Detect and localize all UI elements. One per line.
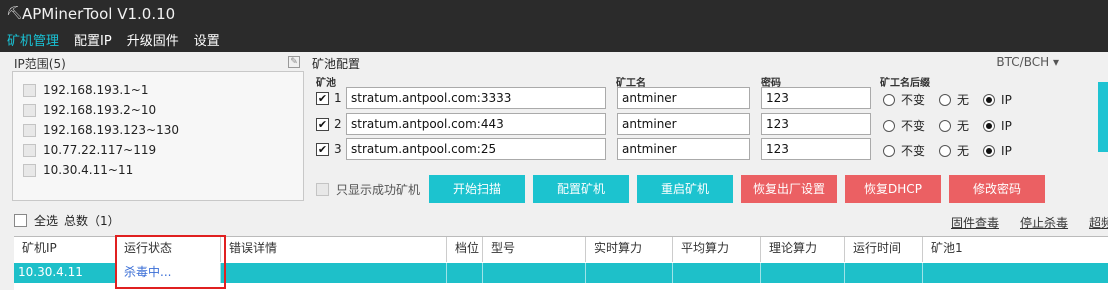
- col-header-realtime-hashrate[interactable]: 实时算力: [586, 237, 673, 262]
- stop-antivirus-link[interactable]: 停止杀毒: [1020, 214, 1068, 231]
- ip-range-item[interactable]: 10.77.22.117~119: [23, 140, 156, 160]
- ip-range-panel: IP范围(5) ✎ 192.168.193.1~1 192.168.193.2~…: [12, 53, 304, 203]
- cell-realtime-hashrate: [586, 263, 673, 283]
- pool-row: ✔ 3 stratum.antpool.com:25 antminer 123 …: [316, 138, 1056, 162]
- suffix-radio-group: 不变 无 IP: [883, 91, 1026, 108]
- cell-model: [483, 263, 586, 283]
- cell-runtime: [845, 263, 923, 283]
- worker-input[interactable]: antminer: [617, 113, 750, 135]
- toolbar-links: 固件查毒 停止杀毒 超频: [951, 214, 1108, 231]
- suffix-radio-group: 不变 无 IP: [883, 117, 1026, 134]
- suffix-radio-ip[interactable]: IP: [983, 117, 1012, 134]
- suffix-radio-unchanged[interactable]: 不变: [883, 117, 925, 134]
- select-all-label: 全选: [34, 214, 59, 228]
- password-input[interactable]: 123: [761, 138, 871, 160]
- factory-reset-button[interactable]: 恢复出厂设置: [741, 175, 837, 203]
- suffix-radio-none[interactable]: 无: [939, 117, 969, 134]
- menu-config-ip[interactable]: 配置IP: [74, 30, 112, 50]
- col-header-theoretical-hashrate[interactable]: 理论算力: [761, 237, 845, 262]
- checkbox[interactable]: [316, 183, 329, 196]
- worker-input[interactable]: antminer: [617, 138, 750, 160]
- menu-upgrade-firmware[interactable]: 升级固件: [127, 30, 179, 50]
- pool-url-input[interactable]: stratum.antpool.com:443: [346, 113, 606, 135]
- ip-range-title: IP范围(5): [14, 57, 66, 71]
- coin-select[interactable]: BTC/BCH ▾: [996, 55, 1059, 69]
- checkbox[interactable]: [23, 163, 36, 177]
- col-header-error[interactable]: 错误详情: [221, 237, 447, 262]
- pool-row-number: 3: [334, 142, 342, 156]
- pool-row: ✔ 2 stratum.antpool.com:443 antminer 123…: [316, 113, 1056, 137]
- suffix-radio-ip[interactable]: IP: [983, 91, 1012, 108]
- status-highlight-box: [115, 235, 226, 289]
- ip-range-item[interactable]: 192.168.193.1~1: [23, 80, 148, 100]
- select-all-checkbox[interactable]: [14, 214, 27, 227]
- checkbox[interactable]: [23, 83, 36, 97]
- menu-settings[interactable]: 设置: [194, 30, 220, 50]
- cell-pool1: [923, 263, 1108, 283]
- action-bar: 只显示成功矿机 开始扫描 配置矿机 重启矿机 恢复出厂设置 恢复DHCP 修改密…: [312, 173, 1067, 203]
- pool-row: ✔ 1 stratum.antpool.com:3333 antminer 12…: [316, 87, 1056, 111]
- summary-bar: 全选 总数（1）: [14, 212, 120, 229]
- firmware-scan-link[interactable]: 固件查毒: [951, 214, 999, 231]
- cell-avg-hashrate: [673, 263, 761, 283]
- edit-icon[interactable]: ✎: [288, 56, 300, 68]
- pool-url-input[interactable]: stratum.antpool.com:3333: [346, 87, 606, 109]
- pool-row-number: 2: [334, 117, 342, 131]
- pool-row-number: 1: [334, 91, 342, 105]
- password-input[interactable]: 123: [761, 113, 871, 135]
- worker-input[interactable]: antminer: [617, 87, 750, 109]
- app-title: APMinerTool V1.0.10: [22, 5, 176, 23]
- checkbox[interactable]: [23, 123, 36, 137]
- ip-range-item[interactable]: 192.168.193.2~10: [23, 100, 156, 120]
- menu-miner-management[interactable]: 矿机管理: [7, 30, 59, 50]
- col-header-avg-hashrate[interactable]: 平均算力: [673, 237, 761, 262]
- chevron-down-icon: ▾: [1052, 55, 1059, 69]
- side-action-bar[interactable]: [1098, 82, 1108, 152]
- overclock-link[interactable]: 超频: [1089, 214, 1108, 231]
- pool-url-input[interactable]: stratum.antpool.com:25: [346, 138, 606, 160]
- checkbox[interactable]: [23, 143, 36, 157]
- ip-range-item[interactable]: 10.30.4.11~11: [23, 160, 133, 180]
- cell-ip: 10.30.4.11: [14, 263, 116, 283]
- cell-level: [447, 263, 483, 283]
- suffix-radio-none[interactable]: 无: [939, 91, 969, 108]
- col-header-level[interactable]: 档位: [447, 237, 483, 262]
- pool-checkbox[interactable]: ✔: [316, 143, 329, 156]
- col-header-pool1[interactable]: 矿池1: [923, 237, 1108, 262]
- cell-theoretical-hashrate: [761, 263, 845, 283]
- config-miner-button[interactable]: 配置矿机: [533, 175, 629, 203]
- start-scan-button[interactable]: 开始扫描: [429, 175, 525, 203]
- col-header-model[interactable]: 型号: [483, 237, 586, 262]
- checkbox[interactable]: [23, 103, 36, 117]
- pool-checkbox[interactable]: ✔: [316, 92, 329, 105]
- suffix-radio-unchanged[interactable]: 不变: [883, 142, 925, 159]
- pool-config-panel: 矿池配置 BTC/BCH ▾ 矿池 矿工名 密码 矿工名后缀 ✔ 1 strat…: [312, 53, 1067, 205]
- ip-range-item[interactable]: 192.168.193.123~130: [23, 120, 179, 140]
- pool-checkbox[interactable]: ✔: [316, 118, 329, 131]
- change-password-button[interactable]: 修改密码: [949, 175, 1045, 203]
- total-count: 总数（1）: [64, 214, 120, 228]
- suffix-radio-unchanged[interactable]: 不变: [883, 91, 925, 108]
- col-header-ip[interactable]: 矿机IP: [14, 237, 116, 262]
- col-header-runtime[interactable]: 运行时间: [845, 237, 923, 262]
- pickaxe-icon: ⛏: [6, 6, 23, 21]
- suffix-radio-ip[interactable]: IP: [983, 142, 1012, 159]
- pool-config-title: 矿池配置: [312, 57, 361, 71]
- title-bar: ⛏ APMinerTool V1.0.10 矿机管理 配置IP 升级固件 设置: [0, 0, 1108, 52]
- cell-error: [221, 263, 447, 283]
- suffix-radio-none[interactable]: 无: [939, 142, 969, 159]
- menu-bar: 矿机管理 配置IP 升级固件 设置: [0, 30, 228, 50]
- password-input[interactable]: 123: [761, 87, 871, 109]
- reboot-miner-button[interactable]: 重启矿机: [637, 175, 733, 203]
- suffix-radio-group: 不变 无 IP: [883, 142, 1026, 159]
- restore-dhcp-button[interactable]: 恢复DHCP: [845, 175, 941, 203]
- ip-range-list: 192.168.193.1~1 192.168.193.2~10 192.168…: [12, 71, 304, 201]
- only-success-toggle[interactable]: 只显示成功矿机: [316, 181, 420, 198]
